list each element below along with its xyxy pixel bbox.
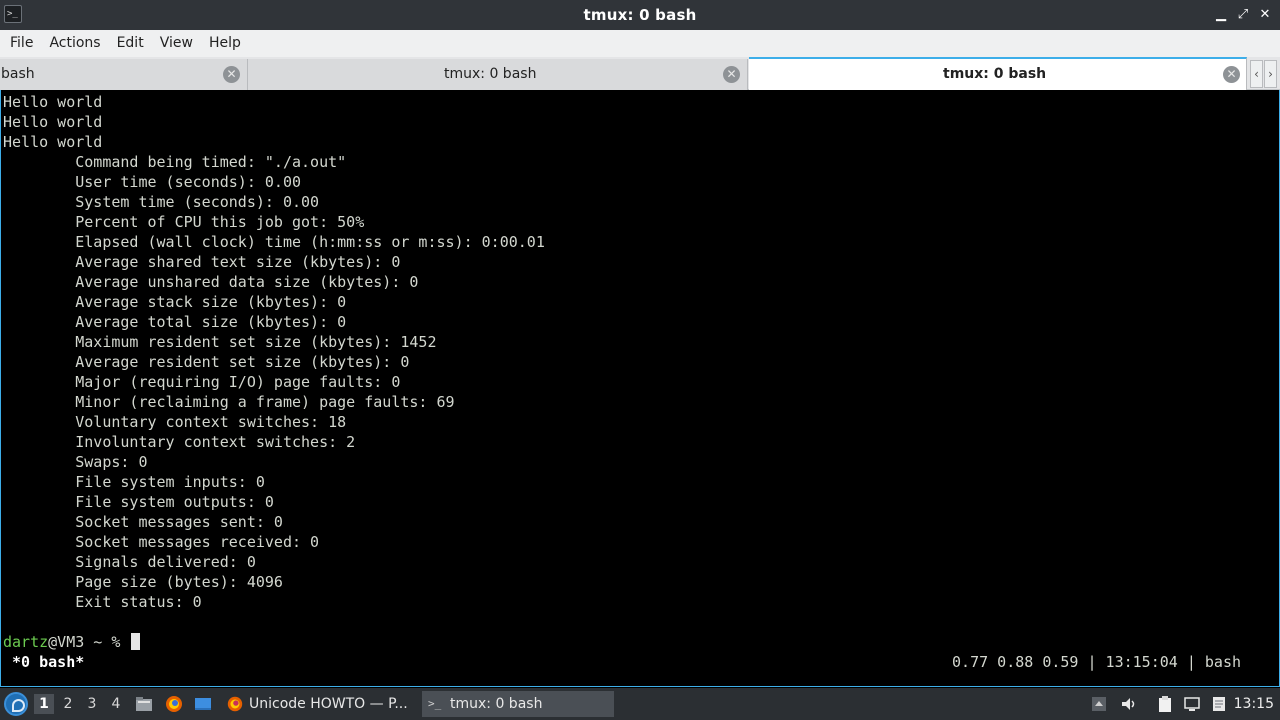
terminal-line: Average unshared data size (kbytes): 0: [3, 273, 419, 291]
terminal-line: Average total size (kbytes): 0: [3, 313, 347, 331]
tab-tmux-1[interactable]: tmux: 0 bash ✕: [248, 59, 748, 90]
desktop-3-button[interactable]: 3: [82, 694, 102, 714]
volume-icon[interactable]: [1120, 695, 1138, 713]
terminal-line: Percent of CPU this job got: 50%: [3, 213, 365, 231]
window-controls: ▁ ⤢ ✕: [1212, 0, 1274, 30]
menu-view[interactable]: View: [152, 30, 201, 57]
desktop-2-button[interactable]: 2: [58, 694, 78, 714]
file-manager-icon[interactable]: [134, 694, 154, 714]
terminal-line: Average resident set size (kbytes): 0: [3, 353, 410, 371]
tab-tmux-active[interactable]: tmux: 0 bash ✕: [749, 57, 1247, 90]
terminal-view[interactable]: Hello world Hello world Hello world Comman…: [0, 90, 1280, 687]
tab-label: bash: [1, 66, 35, 82]
tmux-status-right: 0.77 0.88 0.59 | 13:15:04 | bash: [952, 653, 1241, 671]
prompt-user: dartz: [3, 633, 49, 651]
taskbar-clock[interactable]: 13:15: [1234, 688, 1274, 720]
menu-help[interactable]: Help: [201, 30, 249, 57]
tab-label: tmux: 0 bash: [943, 66, 1047, 82]
menu-bar: File Actions Edit View Help: [0, 30, 1280, 57]
tab-close-icon[interactable]: ✕: [723, 66, 740, 83]
maximize-icon[interactable]: ⤢: [1234, 6, 1252, 24]
terminal-line: Maximum resident set size (kbytes): 1452: [3, 333, 437, 351]
firefox-icon: [227, 696, 243, 712]
terminal-line: Socket messages received: 0: [3, 533, 320, 551]
tab-scroll-left-icon[interactable]: ‹: [1250, 60, 1263, 88]
tab-bash[interactable]: bash ✕: [0, 59, 248, 90]
window-title: tmux: 0 bash: [583, 6, 697, 24]
terminal-line: Swaps: 0: [3, 453, 148, 471]
terminal-line: Average stack size (kbytes): 0: [3, 293, 347, 311]
firefox-launcher-icon[interactable]: [164, 694, 184, 714]
task-label: tmux: 0 bash: [450, 696, 543, 712]
tab-label: tmux: 0 bash: [444, 66, 537, 82]
tmux-window-list: *0 bash*: [3, 653, 85, 671]
terminal-line: Minor (reclaiming a frame) page faults: …: [3, 393, 455, 411]
terminal-line: Elapsed (wall clock) time (h:mm:ss or m:…: [3, 233, 545, 251]
terminal-line: Signals delivered: 0: [3, 553, 256, 571]
tab-close-icon[interactable]: ✕: [1223, 66, 1240, 83]
terminal-line: Major (requiring I/O) page faults: 0: [3, 373, 401, 391]
terminal-line: Average shared text size (kbytes): 0: [3, 253, 401, 271]
desktop-4-button[interactable]: 4: [106, 694, 126, 714]
terminal-line: Socket messages sent: 0: [3, 513, 283, 531]
taskbar: 1 2 3 4 Unicode HOWTO — P... >_ tmux: 0 …: [0, 688, 1280, 720]
network-icon[interactable]: [1183, 695, 1201, 713]
task-firefox[interactable]: Unicode HOWTO — P...: [222, 691, 418, 717]
terminal-line: Command being timed: "./a.out": [3, 153, 347, 171]
show-desktop-icon[interactable]: [193, 694, 213, 714]
tab-close-icon[interactable]: ✕: [223, 66, 240, 83]
terminal-line: Involuntary context switches: 2: [3, 433, 356, 451]
terminal-line: Hello world: [3, 133, 103, 151]
minimize-icon[interactable]: ▁: [1212, 6, 1230, 24]
terminal-line: System time (seconds): 0.00: [3, 193, 320, 211]
terminal-line: User time (seconds): 0.00: [3, 173, 302, 191]
terminal-line: Voluntary context switches: 18: [3, 413, 347, 431]
menu-file[interactable]: File: [2, 30, 41, 57]
start-menu-icon[interactable]: [4, 692, 28, 716]
tab-bar: bash ✕ tmux: 0 bash ✕ tmux: 0 bash ✕ ‹ ›: [0, 57, 1280, 90]
task-terminal[interactable]: >_ tmux: 0 bash: [422, 691, 614, 717]
terminal-icon[interactable]: >_: [4, 5, 22, 23]
clipboard-icon[interactable]: [1156, 695, 1174, 713]
task-label: Unicode HOWTO — P...: [249, 696, 408, 712]
terminal-line: Hello world: [3, 93, 103, 111]
terminal-icon: >_: [428, 697, 442, 710]
close-icon[interactable]: ✕: [1256, 6, 1274, 24]
notes-icon[interactable]: [1210, 695, 1228, 713]
text-cursor: [131, 633, 141, 650]
terminal-line: Hello world: [3, 113, 103, 131]
terminal-line: File system inputs: 0: [3, 473, 265, 491]
menu-edit[interactable]: Edit: [109, 30, 152, 57]
terminal-line: File system outputs: 0: [3, 493, 274, 511]
prompt-host: @VM3 ~ %: [48, 633, 130, 651]
terminal-line: Exit status: 0: [3, 593, 202, 611]
shell-prompt: dartz@VM3 ~ %: [3, 632, 141, 652]
desktop-1-button[interactable]: 1: [34, 694, 54, 714]
menu-actions[interactable]: Actions: [41, 30, 108, 57]
tab-scroll-right-icon[interactable]: ›: [1264, 60, 1277, 88]
tray-expand-icon[interactable]: [1090, 695, 1108, 713]
terminal-line: Page size (bytes): 4096: [3, 573, 283, 591]
window-titlebar[interactable]: >_ tmux: 0 bash ▁ ⤢ ✕: [0, 0, 1280, 30]
